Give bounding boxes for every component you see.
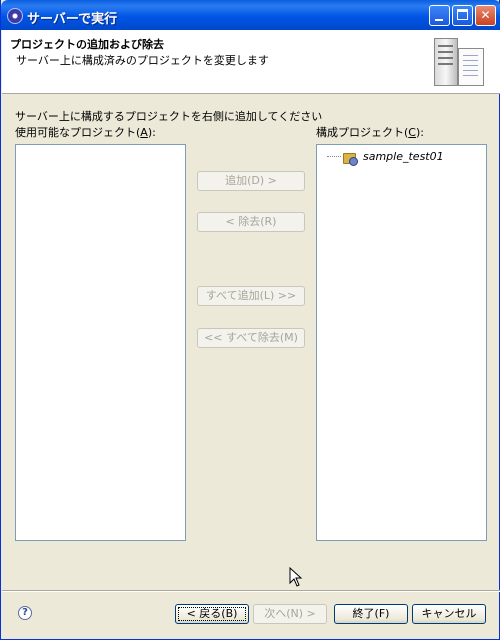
cancel-button[interactable]: キャンセル [412, 604, 486, 624]
add-button[interactable]: 追加(D) > [197, 171, 305, 191]
banner-title: プロジェクトの追加および除去 [10, 38, 164, 51]
banner-description: サーバー上に構成済みのプロジェクトを変更します [16, 54, 269, 67]
minimize-button[interactable] [429, 5, 450, 26]
remove-all-button[interactable]: << すべて除去(M) [197, 328, 305, 348]
window-title: サーバーで実行 [27, 12, 118, 27]
next-button[interactable]: 次へ(N) > [253, 604, 327, 624]
available-projects-list[interactable] [15, 144, 186, 541]
finish-button[interactable]: 終了(F) [334, 604, 408, 624]
close-icon: ✕ [480, 8, 491, 22]
title-bar[interactable]: サーバーで実行 ✕ [1, 0, 500, 30]
wizard-banner: プロジェクトの追加および除去 サーバー上に構成済みのプロジェクトを変更します [2, 30, 500, 94]
help-icon[interactable]: ? [18, 606, 32, 620]
document-graphic [458, 48, 484, 86]
back-button[interactable]: < 戻る(B) [175, 604, 249, 624]
web-project-icon [343, 150, 358, 166]
close-button[interactable]: ✕ [475, 5, 496, 26]
footer-separator [2, 590, 500, 592]
configured-projects-label: 構成プロジェクト(C): [316, 126, 424, 139]
configured-projects-list[interactable]: sample_test01 [316, 144, 487, 541]
mouse-pointer-icon [289, 567, 303, 587]
project-name: sample_test01 [363, 150, 444, 163]
add-all-button[interactable]: すべて追加(L) >> [197, 286, 305, 306]
remove-button[interactable]: < 除去(R) [197, 212, 305, 232]
available-projects-label: 使用可能なプロジェクト(A): [15, 126, 156, 139]
maximize-icon [457, 9, 468, 20]
instruction-text: サーバー上に構成するプロジェクトを右側に追加してください [15, 110, 323, 123]
eclipse-icon [7, 8, 23, 24]
tree-connector [327, 156, 341, 157]
server-wizard-icon [430, 36, 486, 88]
server-graphic [434, 38, 458, 86]
minimize-icon [435, 19, 443, 21]
run-on-server-dialog: サーバーで実行 ✕ プロジェクトの追加および除去 サーバー上に構成済みのプロジェ… [0, 0, 500, 640]
maximize-button[interactable] [452, 5, 473, 26]
